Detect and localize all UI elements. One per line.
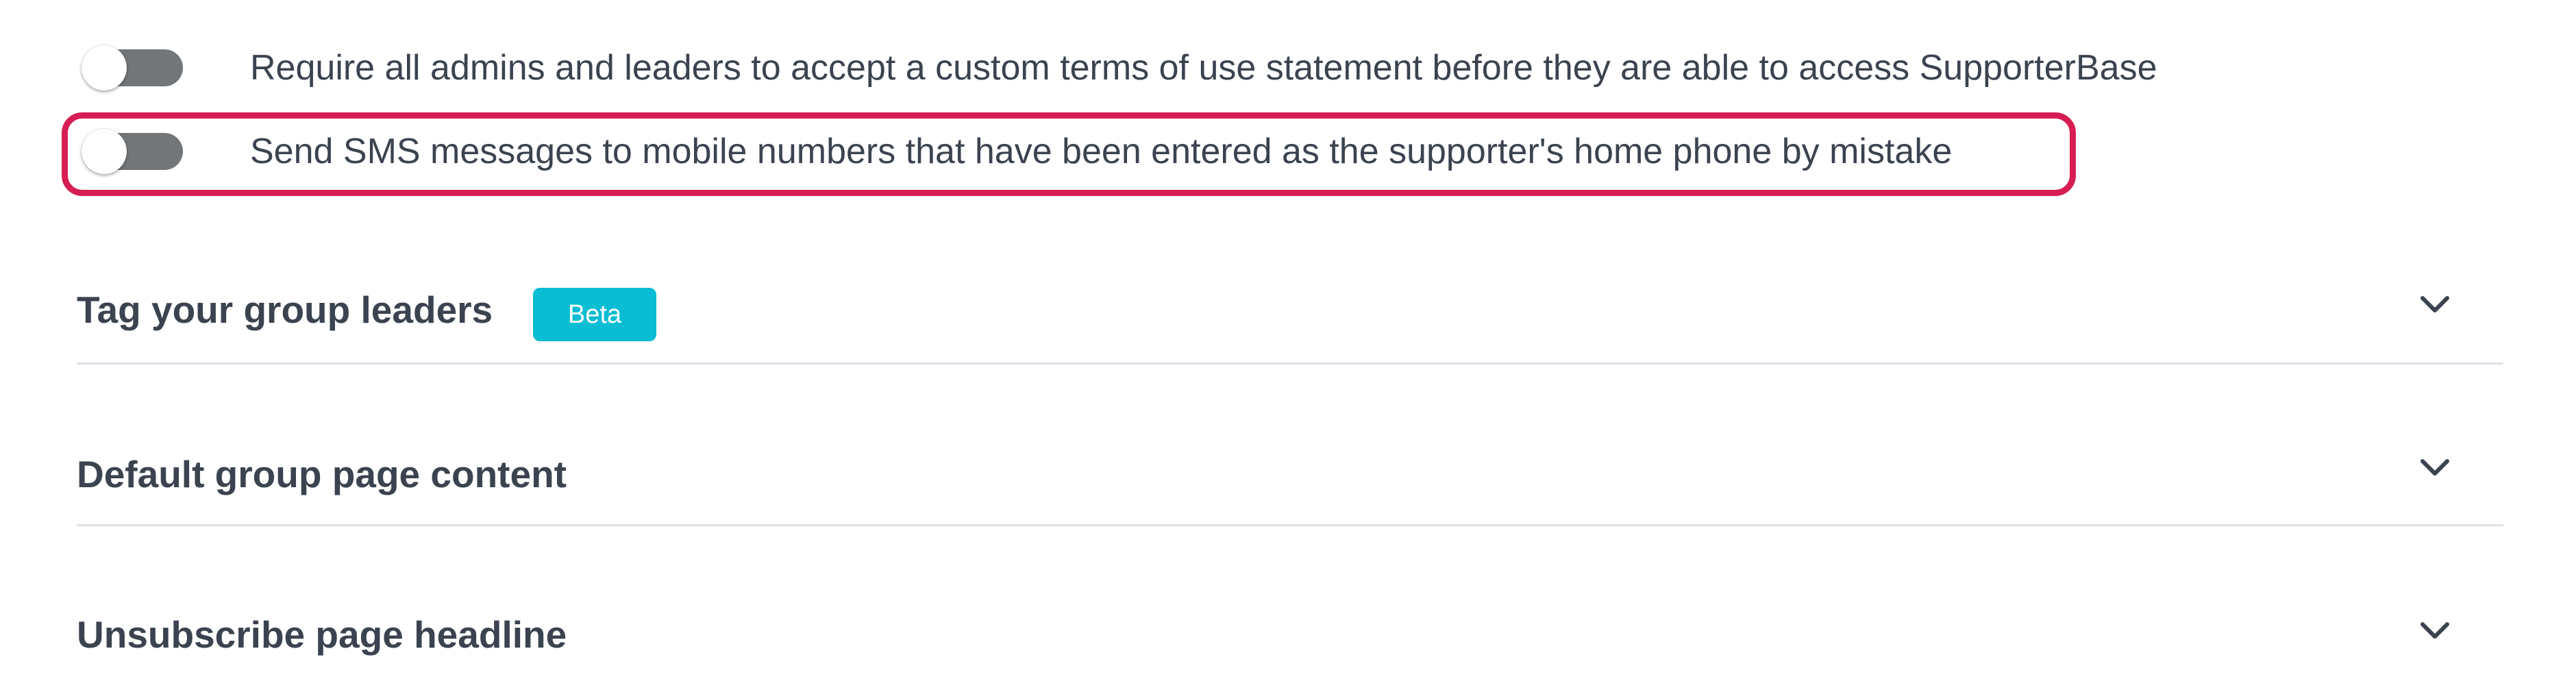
sms-home-phone-toggle-label: Send SMS messages to mobile numbers that… (250, 132, 1953, 171)
sms-home-phone-toggle[interactable] (82, 129, 183, 174)
toggle-knob (82, 45, 127, 90)
unsubscribe-page-headline-section[interactable]: Unsubscribe page headline (77, 526, 2503, 688)
toggle-knob (82, 129, 127, 174)
tag-group-leaders-section[interactable]: Tag your group leaders Beta (77, 203, 2503, 365)
section-title: Unsubscribe page headline (77, 613, 567, 656)
beta-badge: Beta (533, 288, 656, 341)
section-title: Default group page content (77, 453, 567, 495)
chevron-down-icon[interactable] (2416, 285, 2454, 323)
chevron-down-icon[interactable] (2416, 448, 2454, 487)
chevron-down-icon[interactable] (2416, 611, 2454, 650)
terms-of-use-toggle[interactable] (82, 45, 183, 90)
terms-of-use-setting-row: Require all admins and leaders to accept… (82, 30, 2157, 106)
default-group-page-content-section[interactable]: Default group page content (77, 365, 2503, 526)
terms-of-use-toggle-label: Require all admins and leaders to accept… (250, 48, 2157, 88)
sms-home-phone-setting-row: Send SMS messages to mobile numbers that… (82, 114, 1953, 189)
section-title: Tag your group leaders (77, 288, 493, 331)
